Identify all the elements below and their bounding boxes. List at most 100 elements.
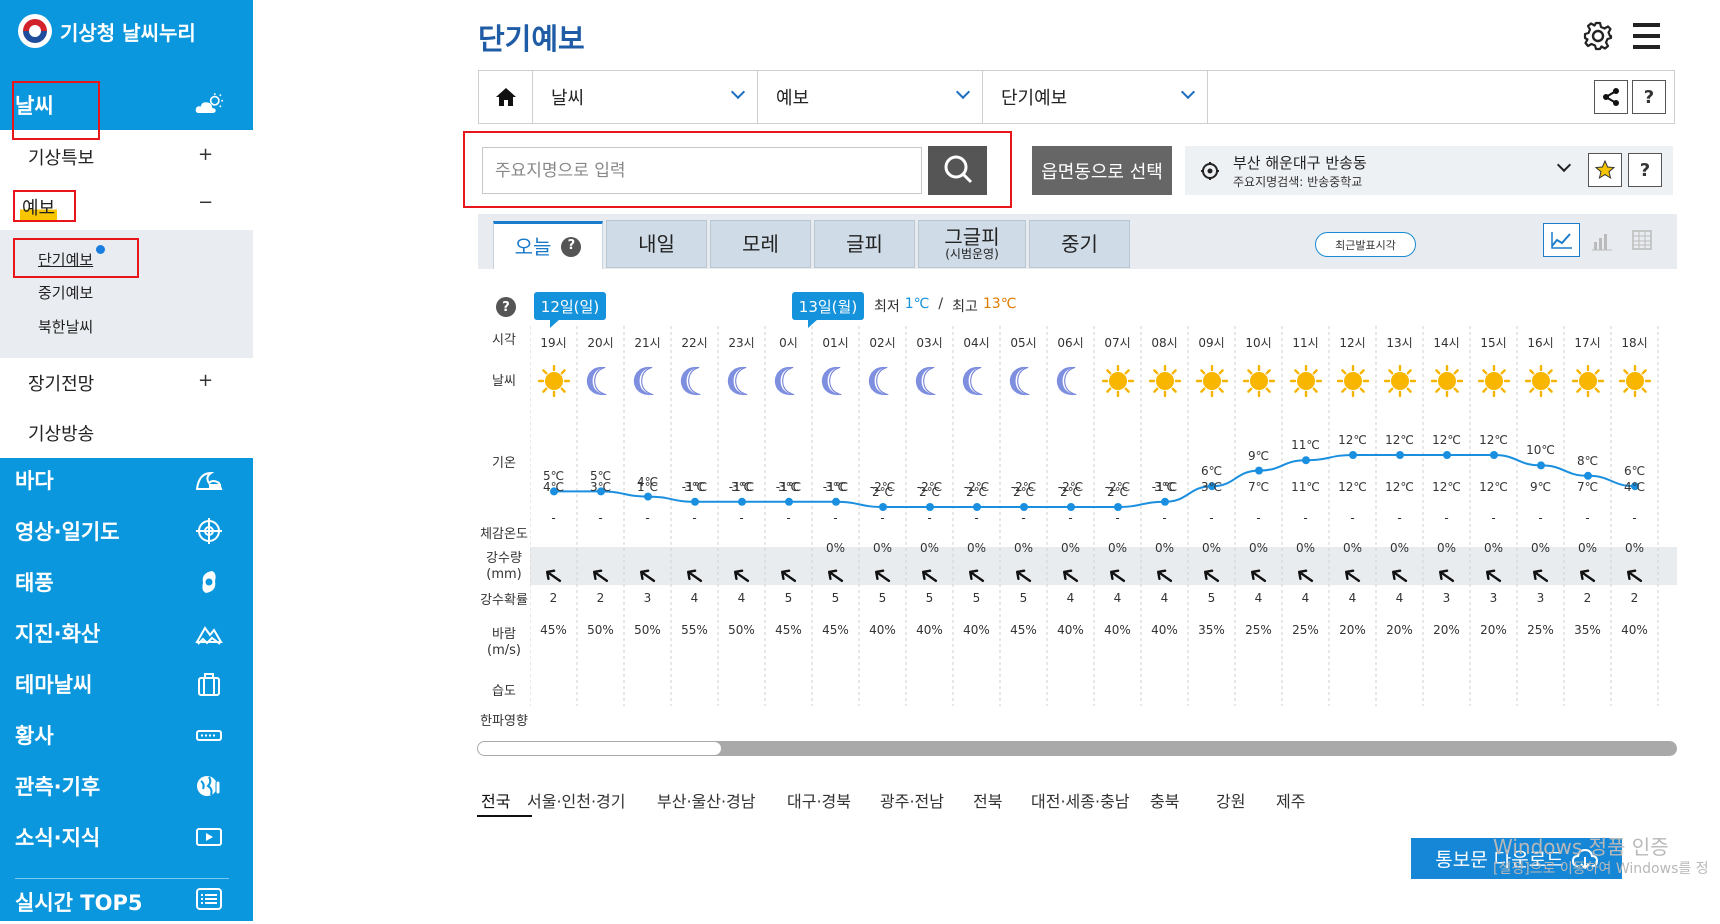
wind-arrow-icon [1391, 568, 1408, 588]
breadcrumb-select-short-term[interactable]: 단기예보 [983, 71, 1208, 123]
tab-fourth-day[interactable]: 그글피 (시범운영) [918, 220, 1026, 268]
feels-cell: 7℃ [1576, 480, 1599, 494]
home-button[interactable] [479, 71, 533, 123]
tab-third-day[interactable]: 글피 [814, 220, 915, 268]
expand-toggle[interactable]: + [198, 370, 213, 391]
feels-cell: 12℃ [1479, 480, 1508, 494]
sidebar-item-long-range[interactable]: 장기전망 [28, 370, 94, 396]
submenu-mid-term[interactable]: 중기예보 [38, 282, 93, 303]
tab-tomorrow[interactable]: 내일 [606, 220, 707, 268]
help-button[interactable]: ? [1632, 80, 1666, 114]
sidebar-item-satellite[interactable]: 영상·일기도 [0, 506, 253, 556]
sidebar-item-observation[interactable]: 관측·기후 [0, 761, 253, 811]
hour-cell: 21시 [634, 336, 661, 350]
precip-cell: - [1632, 511, 1637, 525]
wind-speed-cell: 3 [1442, 591, 1451, 605]
latest-time-button[interactable]: 최근발표시각 [1315, 232, 1416, 257]
bar-chart-icon[interactable] [1590, 228, 1614, 252]
region-tab[interactable]: 제주 [1276, 788, 1305, 812]
sidebar-item-news[interactable]: 소식·지식 [0, 812, 253, 862]
sidebar-item-dust[interactable]: 황사 [0, 710, 253, 760]
precip-cell: - [1538, 511, 1543, 525]
submenu-north-korea[interactable]: 북한날씨 [38, 316, 93, 337]
share-button[interactable] [1594, 80, 1628, 114]
question-icon: ? [1639, 159, 1651, 181]
temp-label: 11℃ [1291, 438, 1320, 453]
breadcrumb-select-forecast[interactable]: 예보 [758, 71, 983, 123]
search-button[interactable] [928, 146, 987, 195]
sidebar-subpanel: 기상특보 + 예보 − 단기예보 중기예보 북한날씨 장기전망 + 기상방송 [0, 130, 253, 458]
tab-day-after[interactable]: 모레 [710, 220, 811, 268]
sidebar-item-label: 관측·기후 [15, 775, 101, 799]
globe-thermometer-icon [197, 776, 221, 796]
sidebar-item-warning[interactable]: 기상특보 [28, 144, 94, 170]
temp-label: 12℃ [1432, 433, 1461, 447]
feels-cell: -1℃ [1151, 480, 1178, 494]
question-icon: ? [1643, 86, 1655, 108]
scrollbar-thumb[interactable] [478, 742, 721, 755]
region-tab[interactable]: 충북 [1150, 788, 1179, 812]
region-tab[interactable]: 전북 [973, 788, 1002, 812]
help-icon[interactable]: ? [561, 236, 582, 257]
breadcrumb-select-weather[interactable]: 날씨 [533, 71, 758, 123]
windows-activation-watermark-sub: [설정]으로 이동하여 Windows를 정 [1493, 861, 1709, 877]
sidebar-item-earthquake[interactable]: 지진·화산 [0, 608, 253, 658]
region-tab[interactable]: 대구·경북 [787, 788, 851, 812]
sidebar-item-label: 태풍 [15, 571, 54, 595]
tab-mid-term[interactable]: 중기 [1029, 220, 1130, 268]
region-tab[interactable]: 강원 [1216, 788, 1245, 812]
wind-arrow-icon [1579, 568, 1596, 588]
region-tab[interactable]: 전국 [481, 788, 510, 812]
region-select-button[interactable]: 읍면동으로 선택 [1032, 146, 1172, 195]
wind-arrow-icon [780, 568, 797, 588]
region-tab[interactable]: 광주·전남 [880, 788, 944, 812]
search-input[interactable] [482, 147, 922, 194]
help-icon[interactable]: ? [496, 297, 516, 317]
logo[interactable]: 기상청 날씨누리 [18, 14, 196, 48]
hamburger-menu-icon[interactable] [1633, 23, 1660, 49]
moon-icon [773, 365, 805, 397]
temp-label: 10℃ [1526, 443, 1555, 458]
table-icon[interactable] [1630, 228, 1654, 252]
sidebar-item-theme[interactable]: 테마날씨 [0, 659, 253, 709]
prob-cell: 0% [1201, 541, 1222, 555]
location-selector[interactable]: 부산 해운대구 반송동 주요지명검색: 반송중학교 ? [1185, 146, 1673, 195]
precip-cell: - [598, 511, 603, 525]
humidity-cell: 40% [869, 623, 896, 637]
horizontal-scrollbar[interactable] [477, 741, 1677, 756]
wind-arrow-icon [1015, 568, 1032, 588]
collapse-toggle[interactable]: − [198, 192, 213, 213]
hour-cell: 23시 [728, 336, 755, 350]
gear-icon[interactable] [1583, 21, 1613, 51]
region-tab[interactable]: 부산·울산·경남 [657, 788, 756, 812]
tab-today[interactable]: 오늘 ? [493, 221, 603, 269]
sidebar-item-top5[interactable]: 실시간 TOP5 [0, 880, 253, 924]
expand-toggle[interactable]: + [198, 144, 213, 165]
bag-icon [198, 673, 220, 696]
region-tab[interactable]: 서울·인천·경기 [527, 788, 626, 812]
feels-cell: 11℃ [1291, 480, 1320, 494]
help-button[interactable]: ? [1628, 153, 1662, 187]
humidity-cell: 35% [1198, 623, 1225, 637]
hour-cell: 16시 [1527, 336, 1554, 350]
divider [15, 878, 229, 879]
sidebar-item-broadcast[interactable]: 기상방송 [28, 420, 94, 446]
row-label-wind: 바람 (m/s) [478, 627, 530, 660]
sidebar-item-label: 소식·지식 [15, 826, 101, 850]
sidebar-item-sea[interactable]: 바다 [0, 455, 253, 505]
chevron-down-icon[interactable] [1556, 157, 1572, 173]
humidity-cell: 40% [916, 623, 943, 637]
sidebar-item-typhoon[interactable]: 태풍 [0, 557, 253, 607]
moon-icon [867, 365, 899, 397]
region-tab[interactable]: 대전·세종·충남 [1031, 788, 1130, 812]
dust-icon [196, 730, 222, 741]
graph-view-button[interactable] [1543, 223, 1580, 257]
precip-cell: - [1256, 511, 1261, 525]
max-temp: 13℃ [982, 296, 1017, 312]
forecast-cells: 19시 5℃ 4℃ -2 45% 20시 5℃ 3℃ -2 50% 21시 4℃ 1℃ -3 50% 22시 3… [530, 326, 1677, 706]
hour-cell: 14시 [1433, 336, 1460, 350]
prob-cell: 0% [1154, 541, 1175, 555]
wind-arrow-icon [1297, 568, 1314, 588]
sun-icon [1383, 364, 1417, 398]
favorite-button[interactable] [1588, 153, 1622, 187]
